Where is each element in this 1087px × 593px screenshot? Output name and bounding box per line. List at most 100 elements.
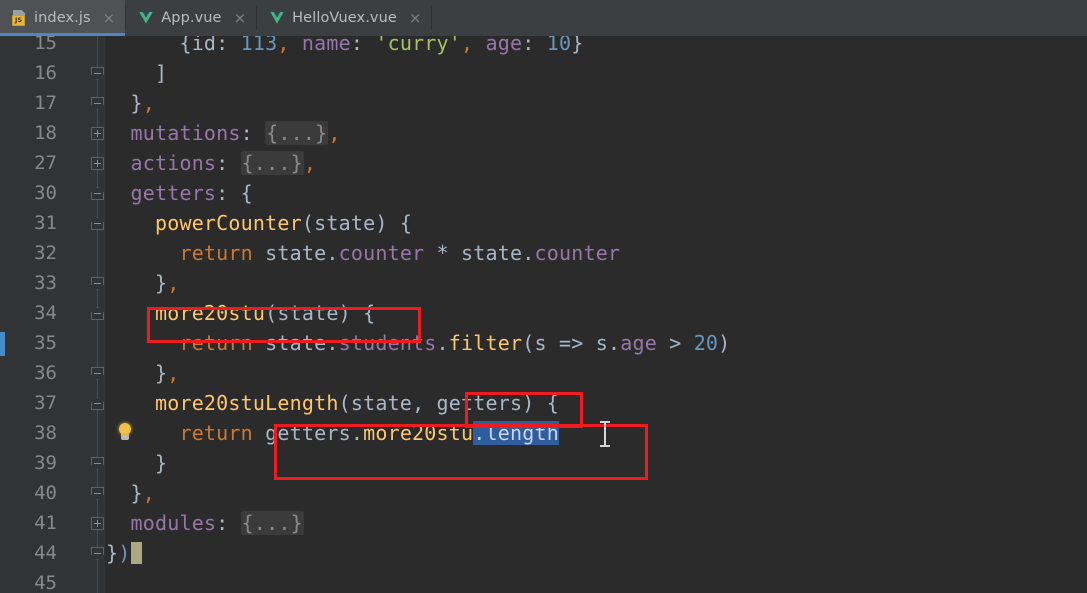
selected-token: . <box>473 421 486 445</box>
code-token: ( <box>338 391 351 415</box>
code-token: } <box>106 451 168 475</box>
fold-plus-icon[interactable] <box>91 157 104 170</box>
code-line[interactable]: }, <box>106 478 1087 508</box>
code-token: state <box>350 391 413 415</box>
tab-index-js[interactable]: JS index.js × <box>0 0 126 36</box>
code-token: ( <box>522 331 535 355</box>
gutter-line: 45 <box>5 568 105 593</box>
code-line[interactable] <box>106 568 1087 593</box>
gutter-line: 33 <box>5 268 105 298</box>
code-line[interactable]: more20stu(state) { <box>106 298 1087 328</box>
gutter-line: 17 <box>5 88 105 118</box>
code-token: getters <box>252 421 351 445</box>
code-line[interactable]: }) <box>106 538 1087 568</box>
js-badge-label: JS <box>12 15 25 26</box>
code-token: name <box>301 36 351 55</box>
code-token: : <box>522 36 547 55</box>
code-line[interactable]: }, <box>106 358 1087 388</box>
code-token: : <box>216 36 241 55</box>
code-editor[interactable]: 15 16 17 18 27 30 31 32 33 34 35 36 37 38 39 40 41 44 45 {… <box>0 36 1087 593</box>
code-token: state <box>252 331 327 355</box>
code-line[interactable]: modules: {...} <box>106 508 1087 538</box>
code-token: } <box>106 361 168 385</box>
line-number: 30 <box>34 182 57 204</box>
line-number: 16 <box>34 62 57 84</box>
gutter-line: 39 <box>5 448 105 478</box>
code-line[interactable]: } <box>106 448 1087 478</box>
code-token: , <box>303 151 317 175</box>
gutter-line: 44 <box>5 538 105 568</box>
code-token: , <box>142 481 155 505</box>
code-token: : <box>216 151 241 175</box>
line-number: 38 <box>34 422 57 444</box>
code-line[interactable]: powerCounter(state) { <box>106 208 1087 238</box>
code-line[interactable]: return state.students.filter(s => s.age … <box>106 328 1087 358</box>
gutter-line: 41 <box>5 508 105 538</box>
code-line[interactable]: }, <box>106 88 1087 118</box>
code-line[interactable]: return getters.more20stu.length <box>106 418 1087 448</box>
code-token: age <box>620 331 657 355</box>
code-line[interactable]: actions: {...}, <box>106 148 1087 178</box>
line-number: 34 <box>34 302 57 324</box>
tab-label: HelloVuex.vue <box>292 10 397 26</box>
code-line[interactable]: {id: 113, name: 'curry', age: 10} <box>106 36 1087 58</box>
code-line[interactable]: ] <box>106 58 1087 88</box>
code-token: . <box>607 331 621 355</box>
gutter-line: 38 <box>5 418 105 448</box>
tab-app-vue[interactable]: App.vue × <box>126 0 256 36</box>
code-token: {...} <box>265 121 329 145</box>
code-token: } <box>106 541 119 565</box>
code-line[interactable]: mutations: {...}, <box>106 118 1087 148</box>
webstorm-editor-window: JS index.js × App.vue × HelloVuex.vue × … <box>0 0 1087 593</box>
line-number: 18 <box>34 122 57 144</box>
code-token: state <box>252 241 327 265</box>
text-caret <box>130 542 142 564</box>
tab-hellovuex-vue[interactable]: HelloVuex.vue × <box>257 0 431 36</box>
code-token: students <box>338 331 437 355</box>
editor-gutter[interactable]: 15 16 17 18 27 30 31 32 33 34 35 36 37 38 39 40 41 44 45 <box>5 36 105 593</box>
code-token: s <box>595 331 608 355</box>
code-token: , <box>328 121 341 145</box>
gutter-line: 31 <box>5 208 105 238</box>
tab-label: App.vue <box>161 10 222 26</box>
code-token: : <box>240 121 266 145</box>
code-token: . <box>522 241 535 265</box>
fold-plus-icon[interactable] <box>91 127 104 140</box>
code-token: id <box>191 36 217 55</box>
code-token: } <box>106 271 168 295</box>
line-number: 44 <box>34 542 57 564</box>
code-token: counter <box>338 241 425 265</box>
code-token: . <box>326 331 339 355</box>
code-token: age <box>485 36 523 55</box>
gutter-line: 27 <box>5 148 105 178</box>
code-token: actions <box>130 151 217 175</box>
close-icon[interactable]: × <box>103 10 116 26</box>
code-content[interactable]: {id: 113, name: 'curry', age: 10} ] }, m… <box>106 36 1087 593</box>
code-token: ( <box>265 301 278 325</box>
code-line[interactable]: more20stuLength(state, getters) { <box>106 388 1087 418</box>
code-line[interactable]: return state.counter * state.counter <box>106 238 1087 268</box>
code-token: , <box>412 391 437 415</box>
code-token: : <box>216 511 241 535</box>
line-number: 31 <box>34 212 57 234</box>
close-icon[interactable]: × <box>409 10 422 26</box>
line-number: 32 <box>34 242 57 264</box>
code-line[interactable]: getters: { <box>106 178 1087 208</box>
code-token: . <box>350 421 364 445</box>
gutter-line: 37 <box>5 388 105 418</box>
line-number: 35 <box>34 332 57 354</box>
js-file-icon: JS <box>12 10 27 26</box>
code-token: . <box>436 331 449 355</box>
lightbulb-icon[interactable] <box>116 422 134 446</box>
close-icon[interactable]: × <box>234 10 247 26</box>
fold-plus-icon[interactable] <box>91 517 104 530</box>
code-token: } <box>571 36 584 55</box>
gutter-line: 32 <box>5 238 105 268</box>
code-line[interactable]: }, <box>106 268 1087 298</box>
